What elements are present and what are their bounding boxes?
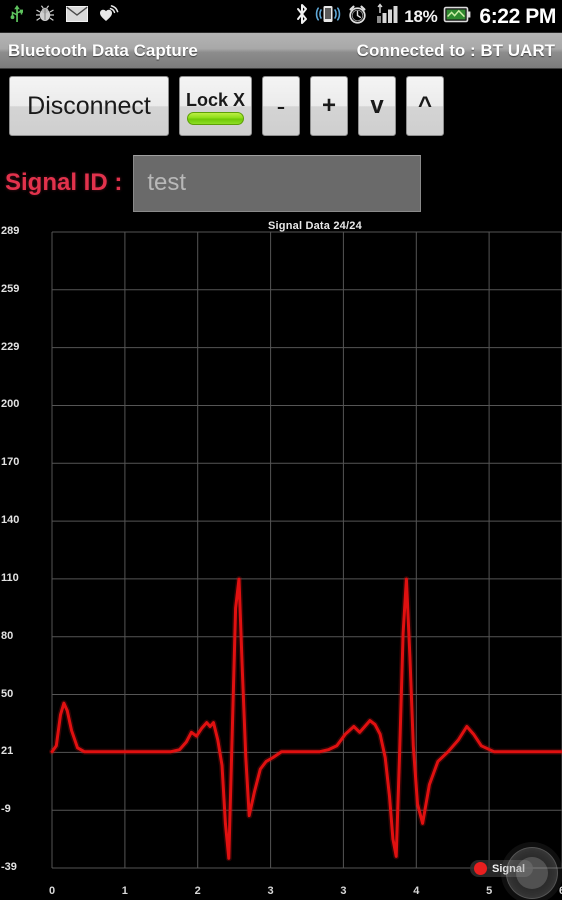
battery-icon (443, 6, 471, 28)
scroll-up-button[interactable]: ^ (406, 76, 444, 136)
battery-percent-label: 18% (404, 6, 438, 26)
chart-y-tick-label: -9 (1, 803, 11, 816)
signal-chart[interactable] (0, 216, 562, 900)
vibrate-icon (315, 4, 341, 29)
heart-sync-icon (99, 5, 119, 28)
status-bar: 18% 6:22 PM (0, 0, 562, 33)
disconnect-button[interactable]: Disconnect (9, 76, 169, 136)
chart-x-tick-label: 2 (194, 885, 201, 897)
lock-x-button[interactable]: Lock X (179, 76, 252, 136)
bluetooth-icon (295, 3, 309, 30)
chart-y-tick-label: 140 (1, 514, 20, 527)
signal-id-label: Signal ID : (5, 169, 123, 196)
title-bar: Bluetooth Data Capture Connected to : BT… (0, 33, 562, 69)
chart-title: Signal Data 24/24 (268, 220, 362, 232)
clock-label: 6:22 PM (479, 4, 556, 28)
chart-y-tick-label: -39 (1, 861, 17, 873)
scroll-down-button[interactable]: v (358, 76, 396, 136)
chart-x-tick-label: 4 (413, 885, 420, 897)
chart-y-tick-label: 110 (1, 571, 19, 584)
chart-y-tick-label: 170 (1, 456, 20, 469)
toolbar: Disconnect Lock X - + v ^ (0, 76, 562, 144)
chart-y-tick-label: 259 (1, 282, 20, 295)
app-title: Bluetooth Data Capture (8, 40, 198, 60)
zoom-pan-handle[interactable] (506, 847, 558, 899)
chart-y-tick-label: 80 (1, 629, 14, 642)
email-icon (66, 6, 88, 27)
lock-x-led-indicator (187, 112, 244, 125)
zoom-out-button[interactable]: - (262, 76, 300, 136)
connection-status-label: Connected to : BT UART (356, 40, 555, 60)
signal-bars-icon (374, 3, 398, 30)
chart-x-tick-label: 3 (267, 885, 274, 897)
chart-y-tick-label: 200 (1, 398, 20, 411)
chart-y-tick-label: 21 (1, 745, 14, 758)
lock-x-label: Lock X (185, 90, 246, 110)
signal-id-input[interactable] (133, 154, 422, 212)
signal-id-row: Signal ID : (0, 152, 562, 214)
chart-y-tick-label: 289 (1, 225, 20, 237)
usb-icon (10, 4, 24, 29)
chart-background (0, 216, 562, 900)
chart-x-tick-label: 1 (121, 885, 128, 897)
alarm-clock-icon (347, 4, 368, 30)
status-bar-right-icons: 18% 6:22 PM (295, 3, 562, 30)
chart-y-tick-label: 229 (1, 340, 20, 353)
chart-canvas (0, 216, 562, 900)
debug-bug-icon (35, 5, 55, 28)
chart-x-tick-label: 5 (486, 885, 493, 897)
app-root: 18% 6:22 PM Bluetooth Data Capture Conne… (0, 0, 562, 900)
zoom-in-button[interactable]: + (310, 76, 348, 136)
legend-series-dot (474, 862, 487, 875)
chart-x-tick-label: 0 (48, 885, 56, 897)
chart-x-tick-label: 3 (340, 885, 347, 897)
status-bar-left-icons (0, 4, 119, 29)
chart-y-tick-label: 50 (1, 687, 14, 700)
